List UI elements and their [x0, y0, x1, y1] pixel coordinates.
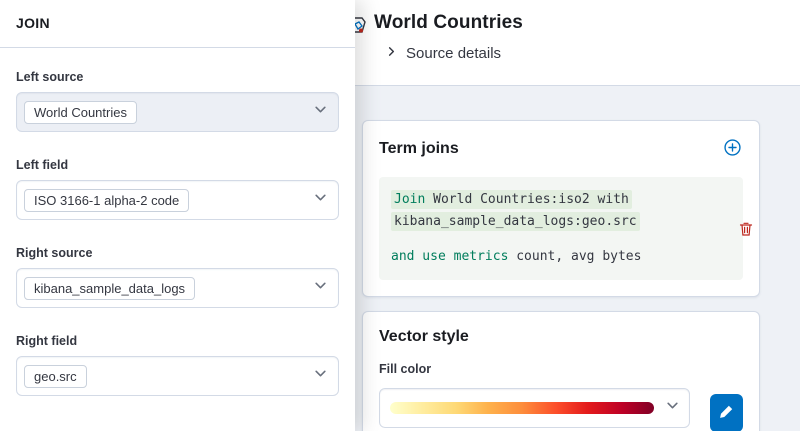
chevron-down-icon [314, 103, 327, 121]
join-expression-box: Join World Countries:iso2 with kibana_sa… [379, 177, 743, 280]
join-right-term: kibana_sample_data_logs:geo.src [394, 214, 637, 229]
right-field-label: Right field [16, 334, 339, 348]
chevron-down-icon [666, 399, 679, 417]
join-flyout-title: JOIN [16, 15, 50, 31]
join-flyout-body: Left source World Countries Left field I… [0, 48, 355, 396]
left-source-value: World Countries [24, 101, 137, 124]
join-expression[interactable]: Join World Countries:iso2 with kibana_sa… [391, 189, 731, 233]
chevron-right-icon [386, 44, 397, 62]
right-source-value: kibana_sample_data_logs [24, 277, 195, 300]
join-flyout: JOIN Left source World Countries Left fi… [0, 0, 355, 431]
right-field-select[interactable]: geo.src [16, 356, 339, 396]
trash-icon [738, 225, 754, 240]
color-ramp-select[interactable] [379, 388, 690, 428]
chevron-down-icon [314, 191, 327, 209]
chevron-down-icon [314, 367, 327, 385]
delete-join-button[interactable] [736, 219, 756, 242]
pencil-icon [719, 405, 733, 422]
join-connector: with [598, 192, 629, 207]
join-flyout-header: JOIN [0, 0, 355, 48]
fill-color-label: Fill color [379, 362, 743, 376]
join-expression-highlight: Join World Countries:iso2 with kibana_sa… [391, 190, 640, 231]
add-join-button[interactable] [722, 137, 743, 161]
maps-app: World Countries Source details Term join… [0, 0, 800, 431]
fill-color-row [379, 384, 743, 431]
metrics-values: count, avg bytes [516, 249, 641, 264]
color-ramp-gradient [390, 402, 654, 414]
term-joins-card: Term joins Join World Countries:iso2 wit… [362, 120, 760, 297]
left-source-group: Left source World Countries [16, 70, 339, 132]
right-field-group: Right field geo.src [16, 334, 339, 396]
vector-style-card: Vector style Fill color [362, 311, 760, 431]
edit-fill-color-button[interactable] [710, 394, 743, 431]
right-field-value: geo.src [24, 365, 87, 388]
right-source-group: Right source kibana_sample_data_logs [16, 246, 339, 308]
left-field-value: ISO 3166-1 alpha-2 code [24, 189, 189, 212]
chevron-down-icon [314, 279, 327, 297]
layer-title: World Countries [374, 12, 784, 34]
source-details-label: Source details [406, 45, 501, 62]
join-keyword: Join [394, 192, 425, 207]
vector-style-title: Vector style [379, 328, 743, 346]
right-source-label: Right source [16, 246, 339, 260]
left-source-label: Left source [16, 70, 339, 84]
left-field-label: Left field [16, 158, 339, 172]
metrics-expression[interactable]: and use metrics count, avg bytes [391, 246, 731, 268]
layer-panel-body: Term joins Join World Countries:iso2 wit… [356, 86, 800, 431]
right-source-select[interactable]: kibana_sample_data_logs [16, 268, 339, 308]
plus-circle-icon [724, 139, 741, 159]
term-joins-title: Term joins [379, 140, 459, 158]
left-source-select[interactable]: World Countries [16, 92, 339, 132]
left-field-group: Left field ISO 3166-1 alpha-2 code [16, 158, 339, 220]
left-field-select[interactable]: ISO 3166-1 alpha-2 code [16, 180, 339, 220]
join-left-term: World Countries:iso2 [433, 192, 590, 207]
term-joins-header: Term joins [379, 137, 743, 161]
metrics-keyword: and use metrics [391, 249, 508, 264]
source-details-accordion[interactable]: Source details [386, 44, 784, 62]
